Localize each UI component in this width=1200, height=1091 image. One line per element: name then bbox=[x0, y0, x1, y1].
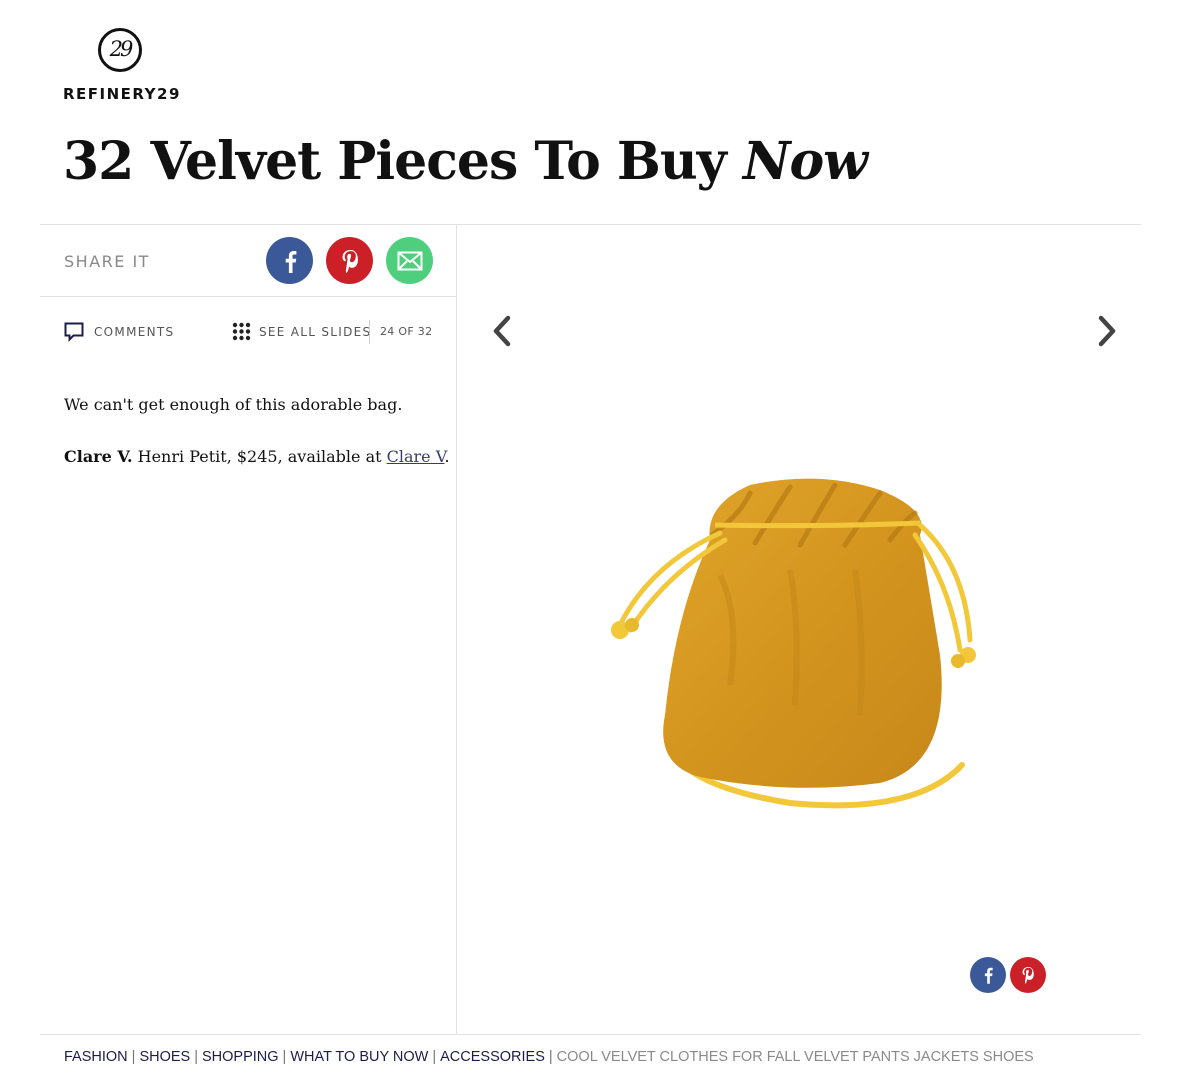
credit-end: . bbox=[444, 447, 450, 466]
logo-mark: 29 bbox=[98, 28, 142, 72]
pinterest-icon bbox=[1022, 967, 1034, 984]
footer-divider bbox=[40, 1034, 1141, 1035]
tag-link[interactable]: WHAT TO BUY NOW bbox=[290, 1049, 428, 1065]
column-divider bbox=[456, 225, 457, 1034]
chevron-right-icon bbox=[1098, 315, 1116, 347]
email-icon bbox=[397, 251, 422, 270]
share-email-button[interactable] bbox=[386, 237, 433, 284]
slide-counter-divider bbox=[369, 320, 370, 344]
tag-separator: | bbox=[282, 1049, 287, 1065]
comment-icon bbox=[64, 322, 84, 342]
product-brand: Clare V. bbox=[64, 447, 133, 466]
slide-counter: 24 OF 32 bbox=[380, 325, 433, 338]
logo-wordmark: REFINERY29 bbox=[63, 85, 181, 103]
image-share-facebook-button[interactable] bbox=[970, 957, 1006, 993]
title-main: 32 Velvet Pieces To Buy bbox=[63, 131, 743, 192]
facebook-icon bbox=[285, 250, 296, 273]
see-all-slides-label: SEE ALL SLIDES bbox=[259, 324, 372, 339]
tag-link[interactable]: SHOES bbox=[139, 1049, 190, 1065]
tag-separator: | bbox=[432, 1049, 437, 1065]
next-slide-button[interactable] bbox=[1089, 313, 1125, 349]
tag-separator: | bbox=[194, 1049, 198, 1065]
image-share-pinterest-button[interactable] bbox=[1010, 957, 1046, 993]
share-label: SHARE IT bbox=[64, 252, 150, 271]
share-facebook-button[interactable] bbox=[266, 237, 313, 284]
slide-description: We can't get enough of this adorable bag… bbox=[64, 395, 403, 414]
article-title: 32 Velvet Pieces To Buy Now bbox=[63, 131, 868, 192]
header-divider bbox=[40, 224, 1141, 225]
logo-mark-text: 29 bbox=[109, 37, 134, 61]
previous-slide-button[interactable] bbox=[484, 313, 520, 349]
related-keywords: COOL VELVET CLOTHES FOR FALL VELVET PANT… bbox=[556, 1049, 1034, 1065]
product-credit: Clare V. Henri Petit, $245, available at… bbox=[64, 446, 450, 468]
comments-label: COMMENTS bbox=[94, 325, 175, 339]
site-logo[interactable]: 29 REFINERY29 bbox=[63, 26, 183, 106]
pinterest-icon bbox=[342, 249, 358, 273]
facebook-icon bbox=[984, 967, 993, 984]
product-image bbox=[611, 478, 976, 809]
grid-icon bbox=[232, 322, 251, 341]
tag-separator: | bbox=[131, 1049, 136, 1065]
product-text: Henri Petit, $245, available at bbox=[132, 447, 387, 466]
tag-footer: FASHION | SHOES | SHOPPING | WHAT TO BUY NOW | A… bbox=[64, 1049, 1034, 1065]
tag-link[interactable]: ACCESSORIES bbox=[440, 1049, 545, 1065]
tag-separator: | bbox=[548, 1049, 553, 1065]
comments-link[interactable]: COMMENTS bbox=[64, 322, 174, 342]
tag-link[interactable]: FASHION bbox=[64, 1049, 128, 1065]
share-divider bbox=[40, 296, 456, 297]
chevron-left-icon bbox=[493, 315, 511, 347]
tag-link[interactable]: SHOPPING bbox=[202, 1049, 279, 1065]
see-all-slides-link[interactable]: SEE ALL SLIDES bbox=[232, 322, 371, 341]
title-emphasis: Now bbox=[742, 131, 868, 192]
retailer-link[interactable]: Clare V bbox=[387, 447, 445, 466]
share-pinterest-button[interactable] bbox=[326, 237, 373, 284]
